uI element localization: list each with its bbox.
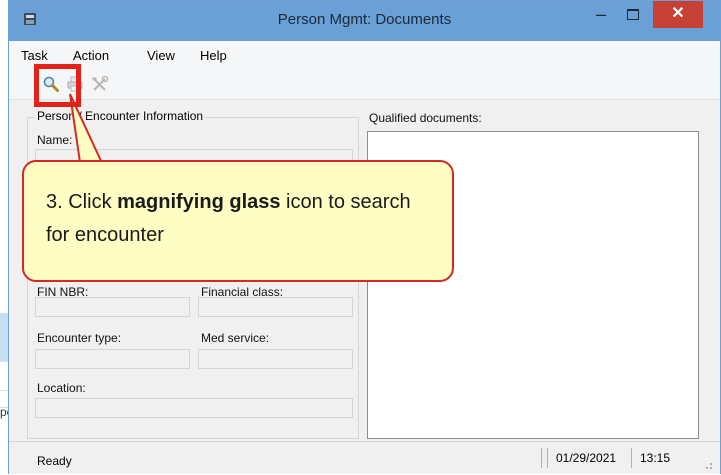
callout-tail-cover [84, 166, 106, 172]
highlight-box [34, 64, 81, 107]
